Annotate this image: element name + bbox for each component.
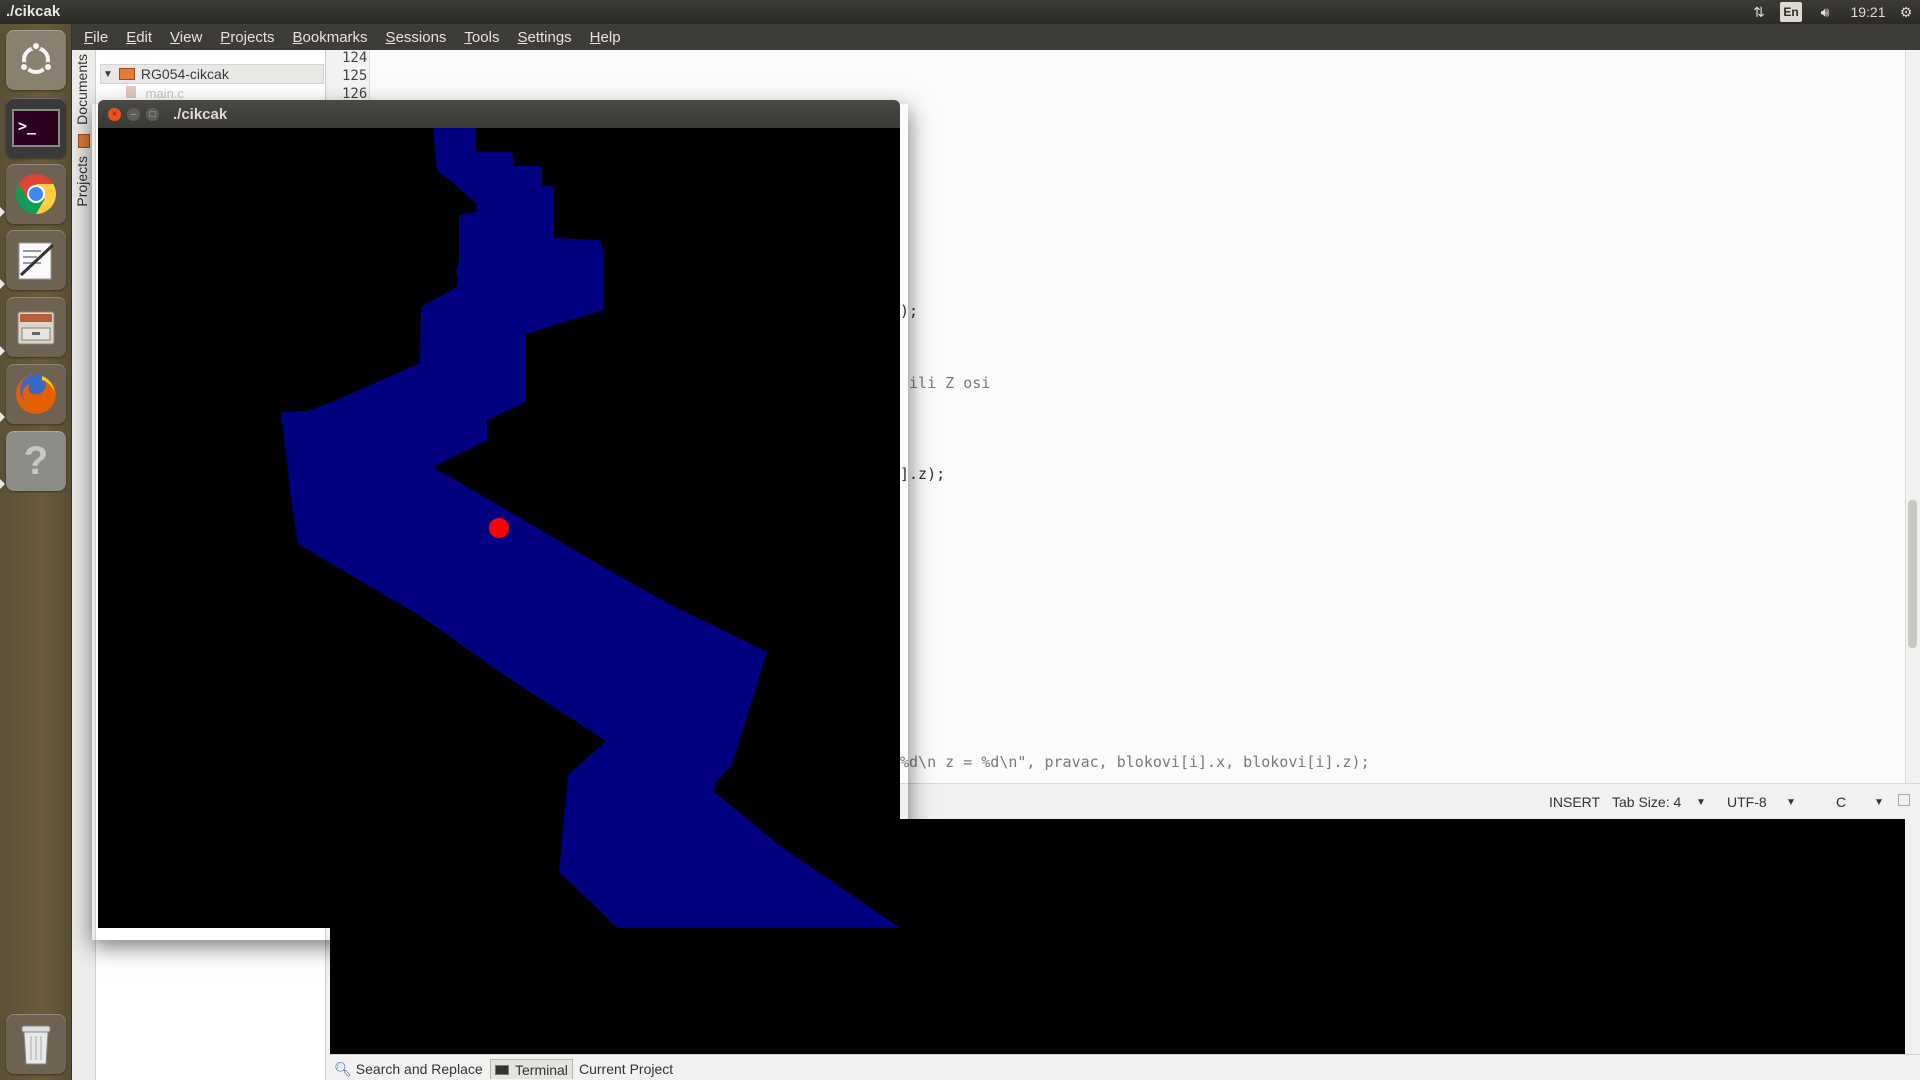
status-mode: INSERT [1549,794,1601,810]
tab-search-and-replace[interactable]: 🔍︎ Search and Replace [334,1059,483,1079]
firefox-icon[interactable] [6,364,66,424]
status-encoding[interactable]: UTF-8 [1727,794,1767,810]
game-window-titlebar[interactable]: × – □ ./cikcak [98,100,900,128]
chevron-down-icon[interactable]: ▼ [1786,797,1796,808]
file-cabinet-icon[interactable] [6,297,66,357]
file-name: main.c [145,86,184,101]
launcher: >_ ? [0,24,72,1080]
menu-edit[interactable]: Edit [126,29,152,46]
text-editor-icon[interactable] [6,230,66,290]
line-number: 125 [342,68,368,84]
menu-help[interactable]: Help [590,29,621,46]
tab-label: Terminal [515,1061,568,1078]
help-icon[interactable]: ? [6,431,66,491]
menu-view[interactable]: View [170,29,202,46]
project-tree-root[interactable]: ▼ RG054-cikcak [100,64,324,84]
terminal-icon [495,1064,509,1075]
clock[interactable]: 19:21 [1846,2,1890,22]
status-filetype[interactable]: C [1836,794,1846,810]
message-window-tabs: 🔍︎ Search and Replace Terminal Current P… [330,1054,1920,1080]
chevron-down-icon[interactable]: ▼ [1696,797,1706,808]
game-scene [281,128,900,928]
menu-sessions[interactable]: Sessions [386,29,447,46]
menu-tools[interactable]: Tools [464,29,499,46]
ubuntu-logo-icon[interactable] [6,30,66,90]
file-icon [126,86,136,98]
trash-icon[interactable] [6,1014,66,1074]
code-line: ili Z osi [900,374,991,392]
status-tab-size[interactable]: Tab Size: 4 [1612,794,1681,810]
volume-icon[interactable]: 🔊︎ [1812,2,1838,22]
project-name: RG054-cikcak [140,66,229,82]
tab-label: Search and Replace [355,1061,483,1077]
terminal-icon[interactable]: >_ [6,98,66,158]
zigzag-path [281,128,900,928]
menu-settings[interactable]: Settings [517,29,571,46]
search-icon: 🔍︎ [334,1060,352,1077]
game-canvas[interactable] [98,128,900,928]
game-window-title: ./cikcak [173,106,228,123]
code-line: %d\n z = %d\n", pravac, blokovi[i].x, bl… [900,753,1370,771]
resize-grip-icon[interactable] [1898,794,1910,806]
top-panel: ./cikcak ⇅ En 🔊︎ 19:21 ⚙ [0,0,1920,24]
chevron-down-icon[interactable]: ▼ [1874,797,1884,808]
settings-gear-icon[interactable]: ⚙ [1896,2,1916,22]
chrome-icon[interactable] [6,164,66,224]
folder-icon [118,68,135,80]
tab-terminal[interactable]: Terminal [490,1059,573,1079]
tab-label: Current Project [579,1061,674,1077]
tab-current-project[interactable]: Current Project [579,1059,673,1079]
editor-scrollbar[interactable] [1905,50,1920,783]
tab-projects[interactable]: Projects [74,156,90,207]
menubar: File Edit View Projects Bookmarks Sessio… [72,24,1920,50]
network-icon[interactable]: ⇅ [1748,2,1770,22]
close-icon[interactable]: × [108,108,121,121]
menu-file[interactable]: File [84,29,108,46]
menu-projects[interactable]: Projects [220,29,274,46]
maximize-icon[interactable]: □ [146,108,159,121]
tab-documents[interactable]: Documents [74,54,90,125]
keyboard-layout-indicator[interactable]: En [1780,2,1802,22]
expander-down-icon[interactable]: ▼ [103,69,113,80]
menu-bookmarks[interactable]: Bookmarks [293,29,368,46]
editor-scrollbar-thumb[interactable] [1908,500,1917,648]
minimize-icon[interactable]: – [127,108,140,121]
terminal-scrollbar[interactable] [1905,819,1920,1054]
tree-file-item[interactable]: main.c [126,86,184,101]
active-window-title: ./cikcak [6,3,61,20]
ball [489,518,509,538]
line-number: 124 [342,50,368,66]
folder-icon [78,134,90,148]
